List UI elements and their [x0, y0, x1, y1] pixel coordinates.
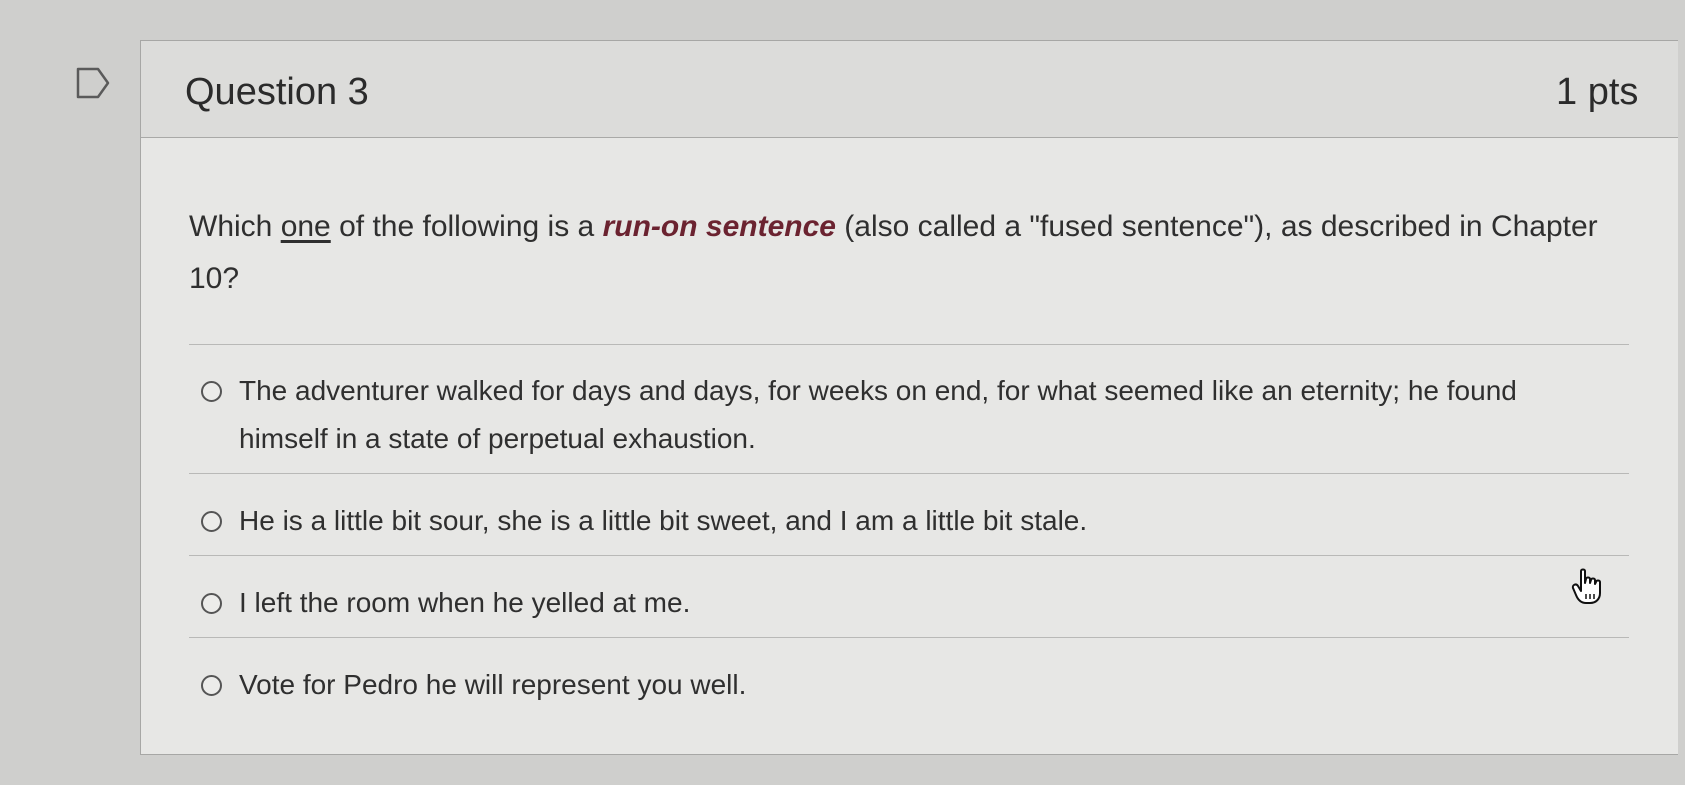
hand-pointer-icon [1571, 568, 1601, 604]
answer-radio-1[interactable] [201, 381, 222, 402]
answer-radio-4[interactable] [201, 675, 222, 696]
answer-radio-2[interactable] [201, 511, 222, 532]
question-prompt-underlined-word: one [280, 210, 331, 243]
answer-option-4[interactable]: Vote for Pedro he will represent you wel… [201, 661, 1591, 709]
answer-label-3: I left the room when he yelled at me. [239, 587, 691, 618]
answer-option-3[interactable]: I left the room when he yelled at me. [201, 579, 1591, 627]
flag-question-icon[interactable] [75, 65, 111, 101]
question-prompt: Which one of the following is a run-on s… [189, 201, 1609, 305]
answer-label-2: He is a little bit sour, she is a little… [239, 505, 1088, 536]
question-prompt-emphasis: run-on sentence [602, 210, 836, 243]
prompt-divider [189, 344, 1629, 345]
question-card: Question 3 1 pts Which one of the follow… [140, 40, 1678, 755]
answer-divider-2 [189, 555, 1629, 556]
question-prompt-start: Which [189, 210, 281, 243]
answer-option-2[interactable]: He is a little bit sour, she is a little… [201, 497, 1591, 545]
answer-label-4: Vote for Pedro he will represent you wel… [239, 669, 747, 700]
question-prompt-middle: of the following is a [330, 210, 603, 243]
question-title: Question 3 [185, 71, 369, 113]
question-points: 1 pts [1556, 71, 1639, 113]
answer-divider-3 [189, 637, 1629, 638]
answer-divider-1 [189, 473, 1629, 474]
answer-radio-3[interactable] [201, 593, 222, 614]
answer-option-1[interactable]: The adventurer walked for days and days,… [201, 367, 1591, 463]
question-header: Question 3 1 pts [141, 41, 1678, 138]
answer-label-1: The adventurer walked for days and days,… [239, 375, 1517, 454]
